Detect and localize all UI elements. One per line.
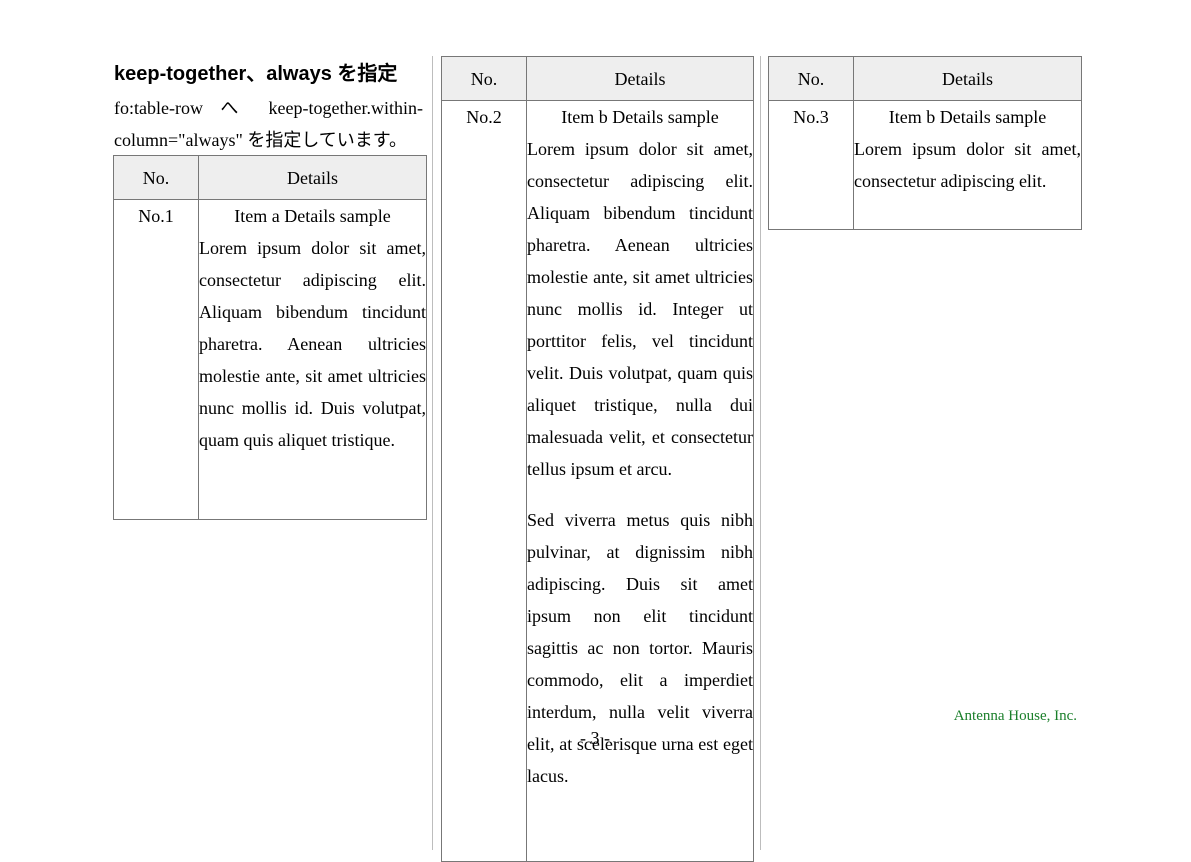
table-header-row: No. Details bbox=[768, 56, 1082, 101]
details-paragraph: Lorem ipsum dolor sit amet, consectetur … bbox=[199, 238, 426, 450]
table-header-row: No. Details bbox=[113, 155, 427, 200]
row-details: Item b Details sample Lorem ipsum dolor … bbox=[853, 100, 1082, 230]
document-page: keep-together、always を指定 fo:table-row へ … bbox=[0, 0, 1191, 862]
details-paragraph-2: Sed viverra metus quis nibh pulvinar, at… bbox=[527, 510, 753, 786]
page-number: - 3 - bbox=[580, 728, 610, 748]
header-details: Details bbox=[198, 155, 427, 200]
table-column-3: No. Details No.3 Item b Details sample L… bbox=[768, 56, 1082, 230]
section-heading: keep-together、always を指定 bbox=[114, 63, 398, 85]
row-number: No.1 bbox=[113, 199, 199, 520]
header-no: No. bbox=[441, 56, 527, 101]
row-number: No.2 bbox=[441, 100, 527, 862]
details-title: Item a Details sample bbox=[234, 206, 391, 226]
header-details: Details bbox=[526, 56, 754, 101]
row-number: No.3 bbox=[768, 100, 854, 230]
column-separator bbox=[760, 56, 761, 850]
row-details: Item a Details sample Lorem ipsum dolor … bbox=[198, 199, 427, 520]
row-details: Item b Details sample Lorem ipsum dolor … bbox=[526, 100, 754, 862]
table-row: No.1 Item a Details sample Lorem ipsum d… bbox=[113, 199, 427, 520]
table-header-row: No. Details bbox=[441, 56, 754, 101]
column-separator bbox=[432, 56, 433, 850]
table-row: No.3 Item b Details sample Lorem ipsum d… bbox=[768, 100, 1082, 230]
header-details: Details bbox=[853, 56, 1082, 101]
table-column-1: No. Details No.1 Item a Details sample L… bbox=[113, 155, 427, 520]
details-title: Item b Details sample bbox=[561, 107, 719, 127]
details-paragraph: Lorem ipsum dolor sit amet, consectetur … bbox=[527, 139, 753, 479]
details-title: Item b Details sample bbox=[888, 107, 1047, 127]
company-name: Antenna House, Inc. bbox=[953, 708, 1077, 724]
header-no: No. bbox=[768, 56, 854, 101]
intro-text: fo:table-row へ keep-together.within-colu… bbox=[114, 98, 423, 150]
details-paragraph: Lorem ipsum dolor sit amet, consectetur … bbox=[854, 139, 1081, 191]
header-no: No. bbox=[113, 155, 199, 200]
